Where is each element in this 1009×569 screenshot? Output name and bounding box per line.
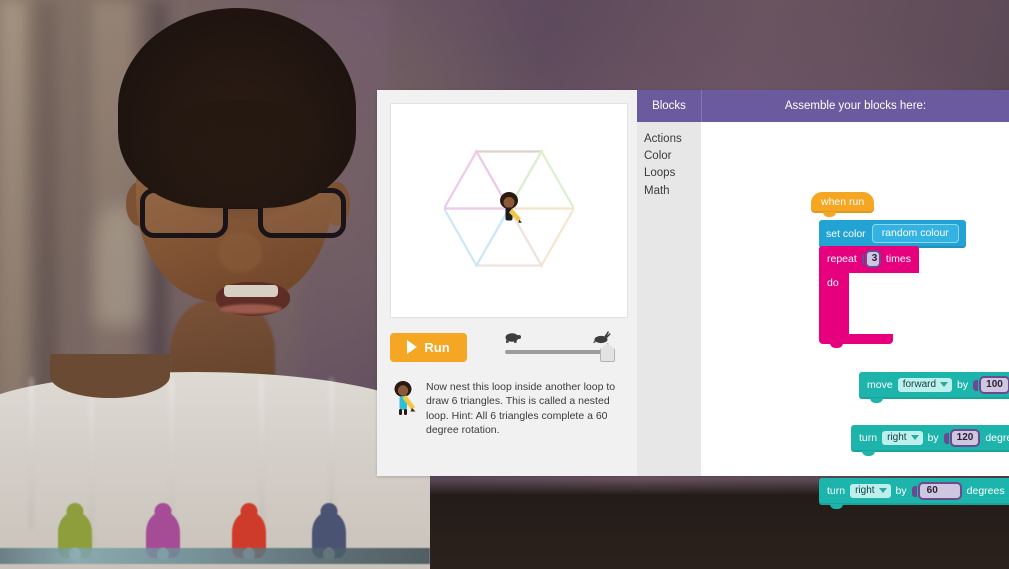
hexagon-drawing — [442, 148, 576, 272]
block-repeat-3-times: times — [885, 253, 911, 265]
shirt-hem — [0, 548, 430, 564]
block-when-run-label: when run — [821, 196, 865, 208]
toolbox-category-math[interactable]: Math — [642, 183, 701, 200]
video-person — [0, 0, 430, 569]
block-turn-60-direction-dropdown[interactable]: right — [850, 484, 891, 498]
block-repeat-3-do-label-area: do — [819, 273, 849, 334]
toolbox-header: Blocks — [637, 90, 701, 122]
block-set-color-label: set color — [826, 227, 866, 240]
value-notch-icon — [861, 253, 864, 265]
block-turn-120-direction-value: right — [887, 432, 907, 443]
hint-panel: Now nest this loop inside another loop t… — [390, 380, 626, 438]
toolbox-category-actions[interactable]: Actions — [642, 131, 701, 148]
value-notch-icon — [911, 485, 917, 497]
block-set-color-value[interactable]: random colour — [871, 224, 959, 243]
stage-column: Run Now nest this loop inside another lo… — [377, 90, 637, 476]
person-shirt — [0, 354, 430, 569]
block-repeat-3-count[interactable]: 3 — [864, 250, 881, 268]
block-move-value[interactable]: 100 — [979, 376, 1009, 394]
block-move-by: by — [957, 379, 969, 391]
speed-slider[interactable] — [503, 331, 615, 362]
turtle-icon — [503, 332, 521, 345]
block-turn-60-value[interactable]: 60 — [917, 482, 962, 500]
block-repeat-3-label: repeat — [827, 253, 857, 265]
block-turn-120-by: by — [927, 432, 939, 444]
value-notch-icon — [943, 432, 949, 444]
toolbox-category-list: Actions Color Loops Math — [637, 122, 701, 200]
block-when-run[interactable]: when run — [811, 192, 875, 217]
run-button[interactable]: Run — [390, 332, 467, 362]
hint-text: Now nest this loop inside another loop t… — [426, 381, 616, 437]
person-mouth — [216, 282, 290, 316]
block-repeat-3-footer — [819, 334, 893, 348]
person-nose — [218, 232, 262, 272]
block-repeat-3-header: repeat 3 times — [819, 246, 919, 277]
block-move-forward[interactable]: move forward by 100 pixels — [859, 372, 1009, 403]
block-turn-120[interactable]: turn right by 120 degrees — [851, 425, 1009, 456]
block-turn-60-label: turn — [827, 485, 846, 497]
hint-avatar-icon — [390, 380, 417, 438]
workspace-header: Assemble your blocks here: — [701, 90, 1009, 122]
workspace-panel: Assemble your blocks here: when run set … — [701, 90, 1009, 509]
block-turn-120-label: turn — [859, 432, 878, 444]
value-notch-icon — [973, 379, 979, 391]
block-turn-60[interactable]: turn right by 60 degrees — [819, 478, 1009, 509]
run-button-label: Run — [424, 339, 450, 355]
screen: Run Now nest this loop inside another lo… — [0, 0, 1009, 569]
block-move-direction-dropdown[interactable]: forward — [897, 378, 953, 392]
block-turn-60-unit: degrees — [966, 485, 1005, 497]
toolbox-category-loops[interactable]: Loops — [642, 165, 701, 182]
chevron-down-icon — [940, 382, 949, 387]
toolbox-category-color[interactable]: Color — [642, 148, 701, 165]
play-icon — [407, 340, 418, 354]
block-turn-60-direction-value: right — [855, 485, 875, 496]
block-turn-120-value[interactable]: 120 — [949, 429, 981, 447]
block-turn-60-by: by — [895, 485, 907, 497]
workspace-canvas[interactable]: when run set color random colour repeat … — [701, 122, 1009, 509]
block-repeat-3[interactable]: repeat 3 times do — [819, 246, 919, 348]
chevron-down-icon — [910, 435, 919, 440]
speed-slider-track[interactable] — [505, 350, 611, 354]
person-hair — [118, 8, 356, 220]
drawing-canvas[interactable] — [390, 103, 628, 318]
block-set-color[interactable]: set color random colour — [819, 220, 966, 252]
coding-app-panel: Run Now nest this loop inside another lo… — [377, 90, 1009, 509]
block-turn-120-direction-dropdown[interactable]: right — [882, 431, 923, 445]
chevron-down-icon — [878, 488, 887, 493]
block-move-direction-value: forward — [902, 379, 937, 390]
toolbox-panel: Blocks Actions Color Loops Math — [637, 90, 701, 476]
block-move-label: move — [867, 379, 893, 391]
block-turn-120-unit: degrees — [985, 432, 1009, 444]
stage-controls: Run — [390, 331, 626, 362]
block-repeat-3-do: do — [827, 277, 839, 289]
